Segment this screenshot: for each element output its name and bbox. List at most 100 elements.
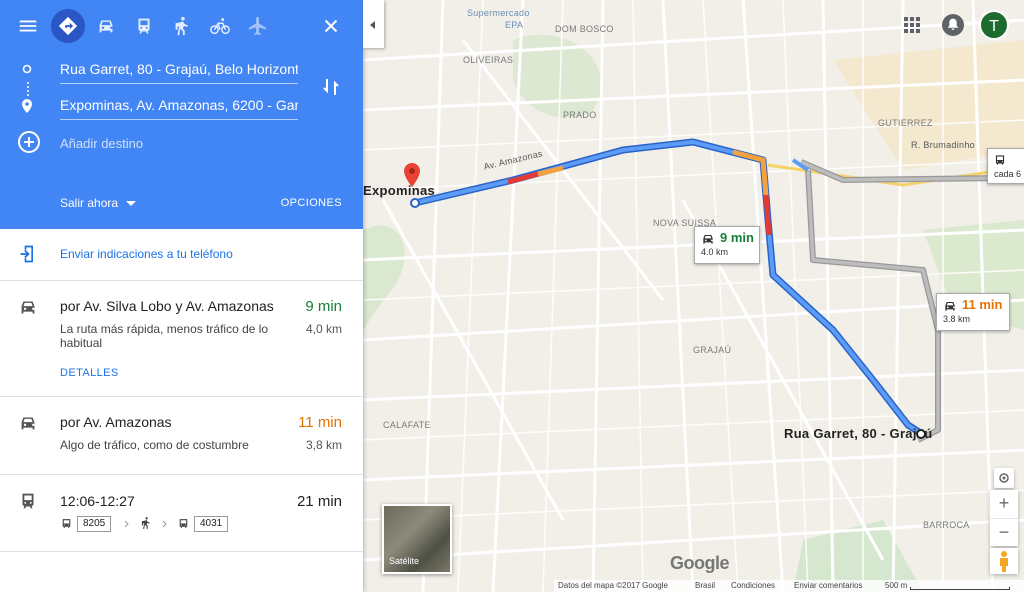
map-label-grajau: GRAJAÚ bbox=[693, 345, 732, 355]
mode-flight-button[interactable] bbox=[241, 9, 275, 43]
map-label-supermercado: Supermercado bbox=[467, 8, 530, 18]
route-title: por Av. Silva Lobo y Av. Amazonas bbox=[60, 298, 274, 314]
notifications-bell-icon[interactable] bbox=[942, 14, 964, 36]
car-icon bbox=[21, 417, 35, 430]
send-to-phone-row[interactable]: Enviar indicaciones a tu teléfono bbox=[0, 229, 363, 281]
transit-time-range: 12:06-12:27 bbox=[60, 493, 135, 509]
directions-panel: Rua Garret, 80 - Grajaú, Belo Horizonte … bbox=[0, 0, 363, 592]
route-bubble-transit[interactable]: cada 6 bbox=[987, 148, 1024, 184]
route-option-1[interactable]: por Av. Silva Lobo y Av. Amazonas La rut… bbox=[0, 281, 363, 397]
car-icon bbox=[703, 235, 713, 244]
map-label-dom-bosco: DOM BOSCO bbox=[555, 24, 614, 34]
walk-icon bbox=[141, 517, 150, 529]
zoom-out-button[interactable]: − bbox=[990, 518, 1018, 546]
scale-bar bbox=[910, 587, 1010, 590]
swap-waypoints-icon[interactable] bbox=[319, 75, 343, 99]
options-button[interactable]: OPCIONES bbox=[281, 197, 342, 209]
map-label-gutierrez: GUTIERREZ bbox=[878, 118, 933, 128]
route-bubble-fast[interactable]: 9 min 4.0 km bbox=[694, 226, 760, 264]
plane-icon bbox=[248, 16, 267, 36]
route-subtitle: La ruta más rápida, menos tráfico de lo … bbox=[60, 322, 269, 350]
collapse-panel-button[interactable] bbox=[363, 0, 384, 48]
origin-input[interactable]: Rua Garret, 80 - Grajaú, Belo Horizonte … bbox=[60, 58, 298, 84]
route-duration: 21 min bbox=[296, 493, 342, 510]
depart-options-bar: Salir ahora OPCIONES bbox=[0, 179, 363, 229]
close-icon bbox=[324, 19, 338, 33]
menu-button[interactable] bbox=[11, 9, 45, 43]
destination-input[interactable]: Expominas, Av. Amazonas, 6200 - Gameleir… bbox=[60, 94, 298, 120]
map-data-credit: Datos del mapa ©2017 Google bbox=[558, 581, 668, 590]
destination-pin-icon bbox=[22, 99, 32, 113]
add-destination-icon[interactable] bbox=[18, 131, 40, 153]
destination-row: Expominas, Av. Amazonas, 6200 - Gameleir… bbox=[0, 88, 363, 124]
map-label-expominas: Expominas bbox=[363, 183, 436, 198]
hamburger-icon bbox=[19, 20, 37, 32]
bus-icon bbox=[179, 519, 188, 528]
map-roads bbox=[363, 0, 1024, 592]
chevron-right-icon bbox=[162, 520, 167, 528]
route-option-2[interactable]: por Av. Amazonas Algo de tráfico, como d… bbox=[0, 397, 363, 475]
diamond-directions-icon bbox=[58, 16, 78, 36]
street-view-pegman[interactable] bbox=[990, 548, 1018, 574]
route-distance: 3,8 km bbox=[305, 438, 342, 452]
map-label-calafate: CALAFATE bbox=[383, 420, 431, 430]
route-bubble-alt[interactable]: 11 min 3.8 km bbox=[936, 293, 1010, 331]
mode-walking-button[interactable] bbox=[165, 9, 199, 43]
origin-circle-icon bbox=[22, 64, 32, 74]
maps-app: Rua Garret, 80 - Grajaú, Belo Horizonte … bbox=[0, 0, 1024, 592]
route-duration: 11 min bbox=[298, 414, 342, 431]
map-label-brumadinho: R. Brumadinho bbox=[911, 140, 975, 150]
bubble-time: 11 min bbox=[962, 297, 1003, 312]
car-icon bbox=[99, 20, 113, 33]
google-logo: Google bbox=[670, 553, 730, 573]
bus-line-badge: 8205 bbox=[77, 516, 112, 532]
country-link[interactable]: Brasil bbox=[695, 581, 715, 590]
map-label-oliveiras: OLIVEIRAS bbox=[463, 55, 514, 65]
map-label-prado: PRADO bbox=[563, 110, 597, 120]
chevron-down-icon[interactable] bbox=[126, 201, 136, 206]
transit-steps: 8205 4031 bbox=[60, 516, 260, 536]
bubble-frequency: cada 6 bbox=[994, 169, 1022, 179]
route-subtitle: Algo de tráfico, como de costumbre bbox=[60, 438, 249, 452]
map-label-barroca: BARROCA bbox=[923, 520, 970, 530]
feedback-link[interactable]: Enviar comentarios bbox=[794, 581, 862, 590]
map-label-epa: EPA bbox=[505, 20, 524, 30]
apps-grid-icon[interactable] bbox=[904, 17, 920, 33]
walk-icon bbox=[175, 16, 188, 36]
send-to-phone-link[interactable]: Enviar indicaciones a tu teléfono bbox=[60, 247, 233, 261]
account-avatar[interactable]: T bbox=[979, 10, 1009, 40]
car-icon bbox=[945, 302, 955, 311]
map-canvas[interactable]: Supermercado EPA DOM BOSCO OLIVEIRAS NOV… bbox=[363, 0, 1024, 592]
zoom-in-button[interactable]: + bbox=[990, 490, 1018, 518]
mode-cycling-button[interactable] bbox=[203, 9, 237, 43]
train-icon bbox=[138, 18, 150, 34]
mode-transit-button[interactable] bbox=[127, 9, 161, 43]
pegman-icon bbox=[1000, 551, 1008, 572]
satellite-toggle[interactable]: Satélite bbox=[382, 504, 452, 574]
map-footer: Datos del mapa ©2017 Google Brasil Condi… bbox=[554, 580, 1024, 592]
details-button[interactable]: DETALLES bbox=[60, 367, 119, 379]
depart-time-select[interactable]: Salir ahora bbox=[60, 196, 118, 210]
bus-icon bbox=[62, 519, 71, 528]
add-destination-label[interactable]: Añadir destino bbox=[60, 136, 143, 151]
bus-line-badge: 4031 bbox=[194, 516, 229, 532]
travel-mode-bar bbox=[0, 8, 363, 46]
my-location-button[interactable] bbox=[994, 468, 1014, 488]
bubble-distance: 4.0 km bbox=[701, 247, 729, 257]
bus-icon bbox=[995, 155, 1005, 165]
bike-icon bbox=[210, 18, 230, 35]
train-icon bbox=[22, 493, 34, 509]
close-directions-button[interactable] bbox=[314, 9, 348, 43]
terms-link[interactable]: Condiciones bbox=[731, 581, 775, 590]
mode-driving-button[interactable] bbox=[89, 9, 123, 43]
directions-header: Rua Garret, 80 - Grajaú, Belo Horizonte … bbox=[0, 0, 363, 229]
bubble-time: 9 min bbox=[720, 230, 754, 245]
route-duration: 9 min bbox=[305, 298, 342, 315]
scale-label: 500 m bbox=[885, 581, 908, 590]
chevron-right-icon bbox=[124, 520, 129, 528]
bubble-distance: 3.8 km bbox=[943, 314, 971, 324]
route-title: por Av. Amazonas bbox=[60, 414, 172, 430]
mode-best-button[interactable] bbox=[51, 9, 85, 43]
route-distance: 4,0 km bbox=[305, 322, 342, 336]
route-option-transit[interactable]: 12:06-12:27 21 min 8205 4031 bbox=[0, 475, 363, 552]
